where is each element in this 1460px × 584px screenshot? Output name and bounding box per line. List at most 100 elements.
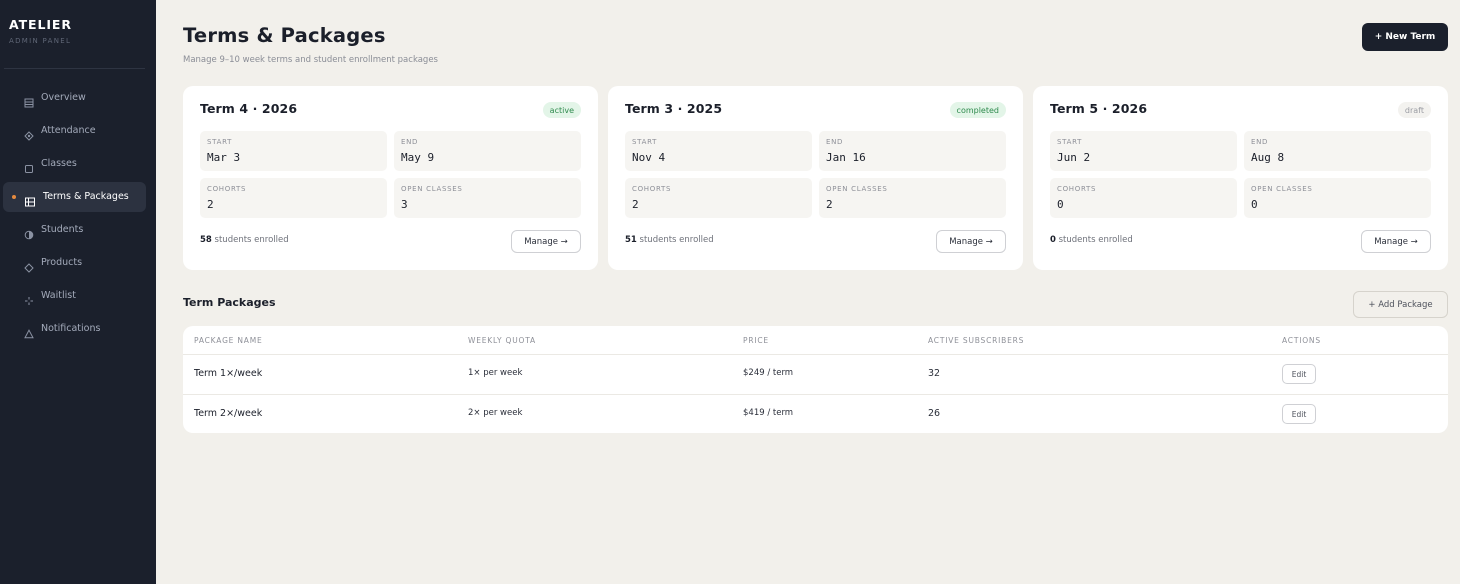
active-indicator — [12, 195, 16, 199]
weekly-quota: 2× per week — [468, 408, 523, 418]
stat-start: START Nov 4 — [625, 131, 812, 171]
active-subscribers: 26 — [928, 408, 941, 419]
sidebar-item-terms-packages[interactable]: Terms & Packages — [3, 182, 146, 212]
stat-label: START — [632, 138, 658, 146]
stat-value: 2 — [632, 198, 639, 211]
square-icon — [24, 159, 34, 173]
stat-label: OPEN CLASSES — [826, 185, 888, 193]
stat-cohorts: COHORTS 2 — [200, 178, 387, 218]
section-title: Term Packages — [183, 296, 276, 309]
sidebar-divider — [4, 68, 145, 69]
term-name: Term 4 · 2026 — [200, 101, 298, 116]
stat-value: 0 — [1057, 198, 1064, 211]
status-badge: active — [542, 102, 581, 118]
sidebar-item-products[interactable]: Products — [3, 248, 146, 278]
edit-package-button[interactable]: Edit — [1282, 364, 1316, 384]
stat-open-classes: OPEN CLASSES 2 — [819, 178, 1006, 218]
price: $249 / term — [743, 368, 794, 378]
packages-table: PACKAGE NAME WEEKLY QUOTA PRICE ACTIVE S… — [183, 326, 1448, 433]
sidebar-item-label: Classes — [41, 158, 77, 169]
enrolled-summary: 51 students enrolled — [625, 235, 714, 245]
table-row: Term 2×/week 2× per week $419 / term 26 … — [183, 395, 1448, 433]
column-header: WEEKLY QUOTA — [468, 336, 536, 345]
stat-label: OPEN CLASSES — [1251, 185, 1313, 193]
sidebar-item-label: Students — [41, 224, 84, 235]
term-name: Term 5 · 2026 — [1050, 101, 1148, 116]
manage-term-button[interactable]: Manage → — [511, 230, 581, 253]
stat-open-classes: OPEN CLASSES 3 — [394, 178, 581, 218]
manage-term-button[interactable]: Manage → — [936, 230, 1006, 253]
enrolled-summary: 0 students enrolled — [1050, 235, 1133, 245]
stat-value: Nov 4 — [632, 151, 666, 164]
stat-label: OPEN CLASSES — [401, 185, 463, 193]
enrolled-count: 51 — [625, 235, 637, 245]
term-card: Term 3 · 2025 completed START Nov 4 END … — [608, 86, 1023, 270]
sidebar-item-label: Notifications — [41, 323, 101, 334]
package-name: Term 1×/week — [194, 368, 263, 379]
column-header: ACTIONS — [1282, 336, 1321, 345]
enrolled-text: students enrolled — [1058, 235, 1133, 245]
table-header: PACKAGE NAME WEEKLY QUOTA PRICE ACTIVE S… — [183, 326, 1448, 355]
stat-start: START Mar 3 — [200, 131, 387, 171]
sidebar-nav: Overview Attendance Classes Terms & Pack… — [3, 83, 146, 347]
table-row: Term 1×/week 1× per week $249 / term 32 … — [183, 355, 1448, 395]
stat-value: Jun 2 — [1057, 151, 1091, 164]
weekly-quota: 1× per week — [468, 368, 523, 378]
brand-subtitle: ADMIN PANEL — [9, 37, 72, 45]
page-subtitle: Manage 9–10 week terms and student enrol… — [183, 55, 438, 65]
price: $419 / term — [743, 408, 794, 418]
half-circle-icon — [24, 225, 34, 240]
sidebar-item-label: Terms & Packages — [43, 191, 129, 202]
sidebar-item-attendance[interactable]: Attendance — [3, 116, 146, 146]
stat-value: May 9 — [401, 151, 435, 164]
sidebar-item-notifications[interactable]: Notifications — [3, 314, 146, 344]
manage-term-button[interactable]: Manage → — [1361, 230, 1431, 253]
sidebar-item-overview[interactable]: Overview — [3, 83, 146, 113]
term-card: Term 5 · 2026 draft START Jun 2 END Aug … — [1033, 86, 1448, 270]
sidebar-item-label: Attendance — [41, 125, 96, 136]
stat-end: END Aug 8 — [1244, 131, 1431, 171]
diamond-check-icon — [24, 126, 34, 141]
stat-label: COHORTS — [632, 185, 672, 193]
grid-icon — [24, 93, 34, 108]
status-badge: draft — [1397, 102, 1431, 118]
add-package-button[interactable]: + Add Package — [1353, 291, 1448, 318]
page-title: Terms & Packages — [183, 24, 386, 47]
stat-cohorts: COHORTS 2 — [625, 178, 812, 218]
enrolled-text: students enrolled — [214, 235, 289, 245]
sidebar-item-classes[interactable]: Classes — [3, 149, 146, 179]
term-name: Term 3 · 2025 — [625, 101, 723, 116]
stat-label: START — [1057, 138, 1083, 146]
enrolled-text: students enrolled — [639, 235, 714, 245]
stat-value: 2 — [207, 198, 214, 211]
stat-value: Mar 3 — [207, 151, 241, 164]
stat-value: Aug 8 — [1251, 151, 1285, 164]
brand-logo: ATELIER — [9, 17, 72, 32]
stat-label: COHORTS — [1057, 185, 1097, 193]
stat-label: END — [401, 138, 419, 146]
sidebar-item-students[interactable]: Students — [3, 215, 146, 245]
stat-start: START Jun 2 — [1050, 131, 1237, 171]
stat-value: 3 — [401, 198, 408, 211]
stat-label: END — [826, 138, 844, 146]
triangle-icon — [24, 324, 34, 339]
stat-open-classes: OPEN CLASSES 0 — [1244, 178, 1431, 218]
layout-icon — [25, 192, 35, 207]
new-term-button[interactable]: + New Term — [1362, 23, 1448, 51]
sidebar: ATELIER ADMIN PANEL Overview Attendance … — [0, 0, 156, 584]
active-subscribers: 32 — [928, 368, 941, 379]
enrolled-count: 58 — [200, 235, 212, 245]
column-header: PACKAGE NAME — [194, 336, 263, 345]
stat-end: END Jan 16 — [819, 131, 1006, 171]
edit-package-button[interactable]: Edit — [1282, 404, 1316, 424]
column-header: PRICE — [743, 336, 769, 345]
sidebar-item-label: Overview — [41, 92, 86, 103]
term-card: Term 4 · 2026 active START Mar 3 END May… — [183, 86, 598, 270]
sidebar-item-label: Waitlist — [41, 290, 76, 301]
stat-value: 0 — [1251, 198, 1258, 211]
status-badge: completed — [949, 102, 1006, 118]
stat-label: COHORTS — [207, 185, 247, 193]
sidebar-item-waitlist[interactable]: Waitlist — [3, 281, 146, 311]
stat-label: START — [207, 138, 233, 146]
column-header: ACTIVE SUBSCRIBERS — [928, 336, 1025, 345]
